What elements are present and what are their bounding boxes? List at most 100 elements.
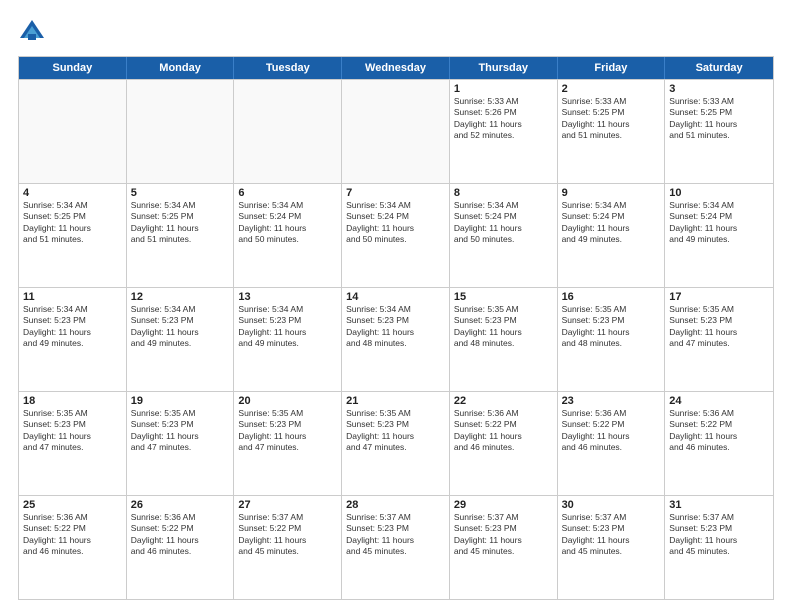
day-cell-18: 18Sunrise: 5:35 AM Sunset: 5:23 PM Dayli… [19,392,127,495]
day-info: Sunrise: 5:36 AM Sunset: 5:22 PM Dayligh… [23,512,122,558]
day-info: Sunrise: 5:36 AM Sunset: 5:22 PM Dayligh… [562,408,661,454]
day-cell-30: 30Sunrise: 5:37 AM Sunset: 5:23 PM Dayli… [558,496,666,599]
day-info: Sunrise: 5:33 AM Sunset: 5:26 PM Dayligh… [454,96,553,142]
day-number: 7 [346,187,445,199]
day-cell-14: 14Sunrise: 5:34 AM Sunset: 5:23 PM Dayli… [342,288,450,391]
day-number: 29 [454,499,553,511]
day-info: Sunrise: 5:33 AM Sunset: 5:25 PM Dayligh… [562,96,661,142]
day-cell-13: 13Sunrise: 5:34 AM Sunset: 5:23 PM Dayli… [234,288,342,391]
day-info: Sunrise: 5:36 AM Sunset: 5:22 PM Dayligh… [669,408,769,454]
day-info: Sunrise: 5:34 AM Sunset: 5:23 PM Dayligh… [131,304,230,350]
empty-cell [19,80,127,183]
weekday-header-tuesday: Tuesday [234,57,342,79]
day-info: Sunrise: 5:34 AM Sunset: 5:24 PM Dayligh… [562,200,661,246]
day-number: 8 [454,187,553,199]
day-number: 26 [131,499,230,511]
day-info: Sunrise: 5:34 AM Sunset: 5:23 PM Dayligh… [23,304,122,350]
day-number: 30 [562,499,661,511]
day-info: Sunrise: 5:35 AM Sunset: 5:23 PM Dayligh… [23,408,122,454]
day-info: Sunrise: 5:37 AM Sunset: 5:23 PM Dayligh… [669,512,769,558]
day-cell-5: 5Sunrise: 5:34 AM Sunset: 5:25 PM Daylig… [127,184,235,287]
day-info: Sunrise: 5:33 AM Sunset: 5:25 PM Dayligh… [669,96,769,142]
logo-icon [18,18,46,46]
day-number: 2 [562,83,661,95]
day-number: 1 [454,83,553,95]
day-number: 15 [454,291,553,303]
empty-cell [234,80,342,183]
day-cell-15: 15Sunrise: 5:35 AM Sunset: 5:23 PM Dayli… [450,288,558,391]
day-number: 20 [238,395,337,407]
day-cell-7: 7Sunrise: 5:34 AM Sunset: 5:24 PM Daylig… [342,184,450,287]
calendar-row-4: 18Sunrise: 5:35 AM Sunset: 5:23 PM Dayli… [19,391,773,495]
day-number: 27 [238,499,337,511]
day-cell-10: 10Sunrise: 5:34 AM Sunset: 5:24 PM Dayli… [665,184,773,287]
day-info: Sunrise: 5:35 AM Sunset: 5:23 PM Dayligh… [346,408,445,454]
weekday-header-sunday: Sunday [19,57,127,79]
day-info: Sunrise: 5:34 AM Sunset: 5:25 PM Dayligh… [131,200,230,246]
day-info: Sunrise: 5:34 AM Sunset: 5:23 PM Dayligh… [346,304,445,350]
day-info: Sunrise: 5:37 AM Sunset: 5:23 PM Dayligh… [454,512,553,558]
day-info: Sunrise: 5:34 AM Sunset: 5:23 PM Dayligh… [238,304,337,350]
weekday-header-wednesday: Wednesday [342,57,450,79]
day-number: 22 [454,395,553,407]
calendar-header: SundayMondayTuesdayWednesdayThursdayFrid… [19,57,773,79]
day-info: Sunrise: 5:34 AM Sunset: 5:24 PM Dayligh… [669,200,769,246]
day-cell-11: 11Sunrise: 5:34 AM Sunset: 5:23 PM Dayli… [19,288,127,391]
day-cell-12: 12Sunrise: 5:34 AM Sunset: 5:23 PM Dayli… [127,288,235,391]
day-cell-22: 22Sunrise: 5:36 AM Sunset: 5:22 PM Dayli… [450,392,558,495]
day-number: 23 [562,395,661,407]
day-cell-3: 3Sunrise: 5:33 AM Sunset: 5:25 PM Daylig… [665,80,773,183]
day-info: Sunrise: 5:34 AM Sunset: 5:24 PM Dayligh… [346,200,445,246]
day-number: 10 [669,187,769,199]
day-cell-24: 24Sunrise: 5:36 AM Sunset: 5:22 PM Dayli… [665,392,773,495]
day-cell-19: 19Sunrise: 5:35 AM Sunset: 5:23 PM Dayli… [127,392,235,495]
day-number: 24 [669,395,769,407]
day-number: 12 [131,291,230,303]
empty-cell [127,80,235,183]
day-info: Sunrise: 5:34 AM Sunset: 5:24 PM Dayligh… [238,200,337,246]
day-number: 25 [23,499,122,511]
calendar-body: 1Sunrise: 5:33 AM Sunset: 5:26 PM Daylig… [19,79,773,599]
day-cell-28: 28Sunrise: 5:37 AM Sunset: 5:23 PM Dayli… [342,496,450,599]
calendar-row-5: 25Sunrise: 5:36 AM Sunset: 5:22 PM Dayli… [19,495,773,599]
day-info: Sunrise: 5:35 AM Sunset: 5:23 PM Dayligh… [562,304,661,350]
weekday-header-thursday: Thursday [450,57,558,79]
day-number: 19 [131,395,230,407]
header [18,18,774,46]
day-cell-27: 27Sunrise: 5:37 AM Sunset: 5:22 PM Dayli… [234,496,342,599]
day-info: Sunrise: 5:37 AM Sunset: 5:23 PM Dayligh… [346,512,445,558]
day-cell-9: 9Sunrise: 5:34 AM Sunset: 5:24 PM Daylig… [558,184,666,287]
day-cell-21: 21Sunrise: 5:35 AM Sunset: 5:23 PM Dayli… [342,392,450,495]
calendar-row-1: 1Sunrise: 5:33 AM Sunset: 5:26 PM Daylig… [19,79,773,183]
day-info: Sunrise: 5:34 AM Sunset: 5:25 PM Dayligh… [23,200,122,246]
day-info: Sunrise: 5:35 AM Sunset: 5:23 PM Dayligh… [454,304,553,350]
day-cell-25: 25Sunrise: 5:36 AM Sunset: 5:22 PM Dayli… [19,496,127,599]
weekday-header-monday: Monday [127,57,235,79]
day-cell-20: 20Sunrise: 5:35 AM Sunset: 5:23 PM Dayli… [234,392,342,495]
calendar-row-3: 11Sunrise: 5:34 AM Sunset: 5:23 PM Dayli… [19,287,773,391]
day-number: 16 [562,291,661,303]
day-info: Sunrise: 5:34 AM Sunset: 5:24 PM Dayligh… [454,200,553,246]
day-cell-23: 23Sunrise: 5:36 AM Sunset: 5:22 PM Dayli… [558,392,666,495]
day-number: 31 [669,499,769,511]
day-number: 21 [346,395,445,407]
day-cell-16: 16Sunrise: 5:35 AM Sunset: 5:23 PM Dayli… [558,288,666,391]
day-number: 5 [131,187,230,199]
day-number: 9 [562,187,661,199]
day-number: 18 [23,395,122,407]
day-cell-26: 26Sunrise: 5:36 AM Sunset: 5:22 PM Dayli… [127,496,235,599]
day-cell-17: 17Sunrise: 5:35 AM Sunset: 5:23 PM Dayli… [665,288,773,391]
day-info: Sunrise: 5:35 AM Sunset: 5:23 PM Dayligh… [131,408,230,454]
day-info: Sunrise: 5:35 AM Sunset: 5:23 PM Dayligh… [238,408,337,454]
day-cell-31: 31Sunrise: 5:37 AM Sunset: 5:23 PM Dayli… [665,496,773,599]
day-cell-8: 8Sunrise: 5:34 AM Sunset: 5:24 PM Daylig… [450,184,558,287]
day-number: 4 [23,187,122,199]
day-info: Sunrise: 5:37 AM Sunset: 5:22 PM Dayligh… [238,512,337,558]
day-info: Sunrise: 5:36 AM Sunset: 5:22 PM Dayligh… [454,408,553,454]
day-cell-1: 1Sunrise: 5:33 AM Sunset: 5:26 PM Daylig… [450,80,558,183]
weekday-header-friday: Friday [558,57,666,79]
day-cell-2: 2Sunrise: 5:33 AM Sunset: 5:25 PM Daylig… [558,80,666,183]
day-number: 17 [669,291,769,303]
day-number: 13 [238,291,337,303]
day-info: Sunrise: 5:36 AM Sunset: 5:22 PM Dayligh… [131,512,230,558]
